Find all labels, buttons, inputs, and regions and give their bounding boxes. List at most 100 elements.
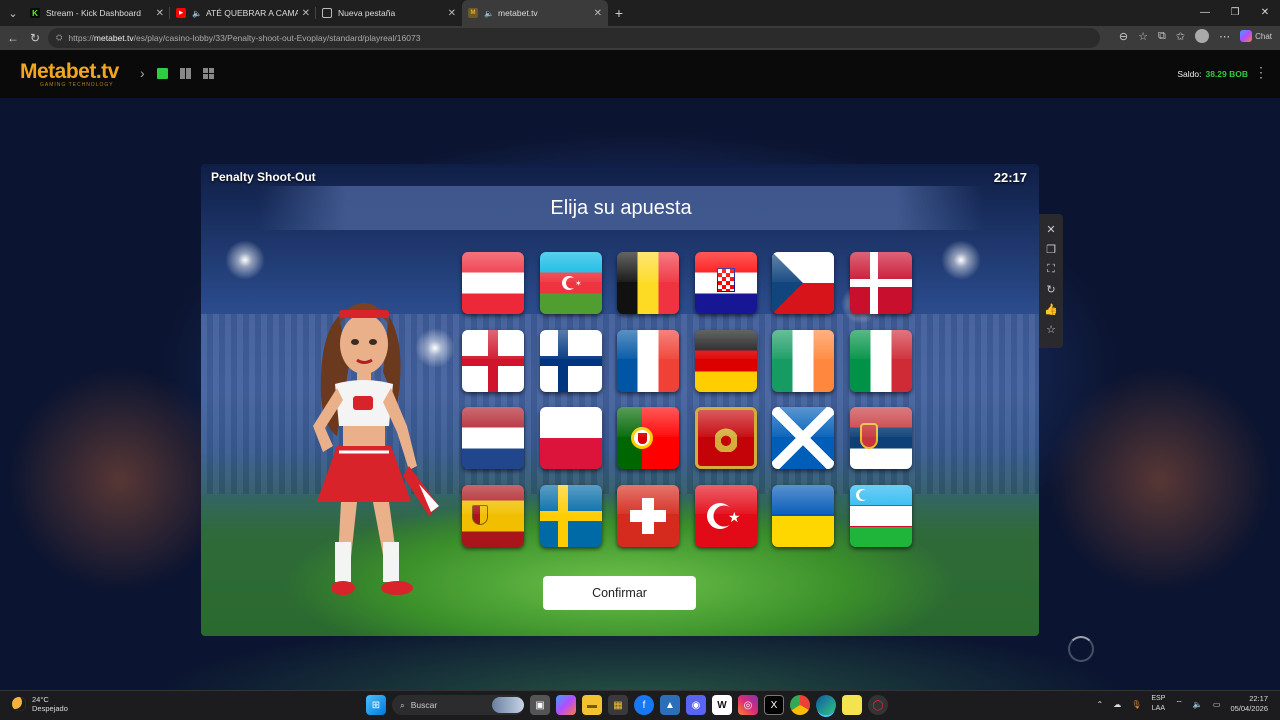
speaker-icon[interactable]: 🔈 (484, 8, 494, 18)
store-icon[interactable]: ▦ (608, 695, 628, 715)
battery-icon[interactable]: ▭ (1213, 700, 1221, 709)
thumbs-up-icon[interactable]: 👍 (1044, 302, 1058, 316)
microphone-icon[interactable]: 🎙 (1131, 700, 1141, 709)
flag-azerbaijan[interactable]: ✶ (539, 252, 602, 314)
speaker-icon[interactable]: 🔈 (192, 8, 202, 18)
refresh-icon[interactable]: ↻ (1044, 282, 1058, 296)
flag-germany[interactable] (694, 329, 757, 392)
edge-icon[interactable] (816, 695, 836, 715)
quad-view-icon[interactable] (202, 67, 214, 79)
reader-icon[interactable]: ⊖ (1119, 30, 1128, 43)
cheerleader-character (313, 303, 439, 595)
close-icon[interactable]: ✕ (1044, 222, 1058, 236)
weather-widget[interactable]: 24°C Despejado (12, 695, 68, 713)
tab-list-button[interactable]: ⌄ (2, 2, 24, 24)
single-view-icon[interactable] (156, 67, 168, 79)
facebook-icon[interactable]: f (634, 695, 654, 715)
flag-italy[interactable] (849, 329, 912, 392)
star-icon[interactable]: ☆ (1044, 322, 1058, 336)
close-window-icon[interactable]: ✕ (1250, 0, 1280, 24)
opera-gx-icon[interactable]: ◯ (868, 695, 888, 715)
chevron-right-icon[interactable]: › (140, 66, 145, 80)
flag-serbia[interactable] (849, 407, 912, 469)
flag-france[interactable] (617, 329, 679, 392)
more-vertical-icon[interactable]: ⋮ (1254, 64, 1268, 81)
extensions-icon[interactable]: ⧉ (1158, 30, 1166, 43)
sticky-notes-icon[interactable] (842, 695, 862, 715)
flag-ireland[interactable] (772, 329, 834, 392)
copilot-icon (1240, 30, 1253, 42)
wifi-icon[interactable]: ⌔ (1175, 699, 1183, 709)
input-language[interactable]: ESP LAA (1151, 694, 1165, 714)
task-view-icon[interactable]: ▣ (530, 695, 550, 715)
tab-kick[interactable]: K Stream - Kick Dashboard ✕ (24, 0, 170, 26)
flag-czechia[interactable] (772, 252, 834, 314)
x-twitter-icon[interactable]: X (764, 695, 784, 715)
flag-ukraine[interactable] (772, 484, 834, 547)
back-icon[interactable]: ← (2, 27, 24, 49)
discord-icon[interactable]: ◉ (686, 695, 706, 715)
flag-finland[interactable] (539, 329, 602, 392)
copilot-taskbar-icon[interactable] (556, 695, 576, 715)
coat-of-arms-icon (472, 504, 488, 525)
flag-montenegro[interactable] (694, 407, 757, 469)
moon-icon (12, 697, 26, 711)
confirm-button[interactable]: Confirmar (543, 576, 696, 610)
copilot-button[interactable]: Chat (1240, 30, 1272, 42)
minimize-icon[interactable]: — (1190, 0, 1220, 24)
fullscreen-icon[interactable]: ⛶ (1044, 262, 1058, 276)
copy-icon[interactable]: ❐ (1044, 242, 1058, 256)
chevron-up-icon[interactable]: ⌃ (1097, 700, 1104, 709)
file-explorer-icon[interactable]: ▬ (582, 695, 602, 715)
address-bar: ← ↻ ⛭ https://metabet.tv/es/play/casino-… (0, 26, 1280, 50)
photos-icon[interactable]: ▲ (660, 695, 680, 715)
tab-newtab[interactable]: Nueva pestaña ✕ (316, 0, 462, 26)
tab-title: Nueva pestaña (338, 8, 396, 18)
restore-icon[interactable]: ❐ (1220, 0, 1250, 24)
close-icon[interactable]: ✕ (594, 8, 602, 19)
volume-icon[interactable]: 🔈 (1193, 700, 1203, 709)
brand-logo[interactable]: Metabet.tv (20, 60, 119, 84)
flag-sweden[interactable] (539, 484, 602, 547)
word-icon[interactable]: W (712, 695, 732, 715)
url-field[interactable]: ⛭ https://metabet.tv/es/play/casino-lobb… (48, 28, 1100, 48)
flag-turkey[interactable]: ★ (694, 484, 757, 547)
onedrive-icon[interactable]: ☁ (1113, 700, 1121, 709)
flag-scotland[interactable] (772, 407, 834, 469)
url-prefix: https:// (68, 33, 94, 43)
flag-denmark[interactable] (849, 252, 912, 314)
checkerboard-shield-icon (716, 268, 735, 292)
taskbar-clock[interactable]: 22:17 05/04/2026 (1230, 694, 1268, 714)
instagram-icon[interactable]: ◎ (738, 695, 758, 715)
flag-portugal[interactable] (617, 407, 679, 469)
flag-switzerland[interactable] (617, 484, 679, 547)
flag-croatia[interactable] (694, 252, 757, 314)
tab-youtube[interactable]: ▶ 🔈 ATÉ QUEBRAR A CAMA 2.0 - ( ✕ (170, 0, 316, 26)
more-menu-icon[interactable]: ⋯ (1219, 30, 1230, 43)
flag-netherlands[interactable] (462, 407, 524, 469)
flag-england[interactable] (462, 329, 524, 392)
search-placeholder: Buscar (410, 700, 438, 710)
newtab-icon (322, 8, 332, 18)
flag-uzbekistan[interactable] (849, 484, 912, 547)
collections-icon[interactable]: ✩ (1176, 30, 1185, 43)
flag-austria[interactable] (462, 252, 524, 314)
favorite-star-icon[interactable]: ☆ (1138, 30, 1148, 43)
site-info-icon[interactable]: ⛭ (56, 33, 62, 43)
flag-spain[interactable] (462, 484, 524, 547)
new-tab-button[interactable]: + (608, 5, 630, 21)
profile-avatar[interactable] (1195, 29, 1210, 43)
tab-metabet[interactable]: M 🔈 metabet.tv ✕ (462, 0, 608, 26)
windows-start-icon[interactable]: ⊞ (366, 695, 386, 715)
kick-icon: K (30, 8, 40, 18)
refresh-icon[interactable]: ↻ (24, 27, 46, 49)
dual-view-icon[interactable] (179, 67, 191, 79)
crescent-icon (855, 488, 869, 501)
close-icon[interactable]: ✕ (156, 8, 164, 19)
taskbar-search[interactable]: ⌕ Buscar (392, 695, 524, 715)
flag-poland[interactable] (539, 407, 602, 469)
close-icon[interactable]: ✕ (448, 8, 456, 19)
chrome-icon[interactable] (790, 695, 810, 715)
flag-belgium[interactable] (617, 252, 679, 314)
close-icon[interactable]: ✕ (302, 8, 310, 19)
